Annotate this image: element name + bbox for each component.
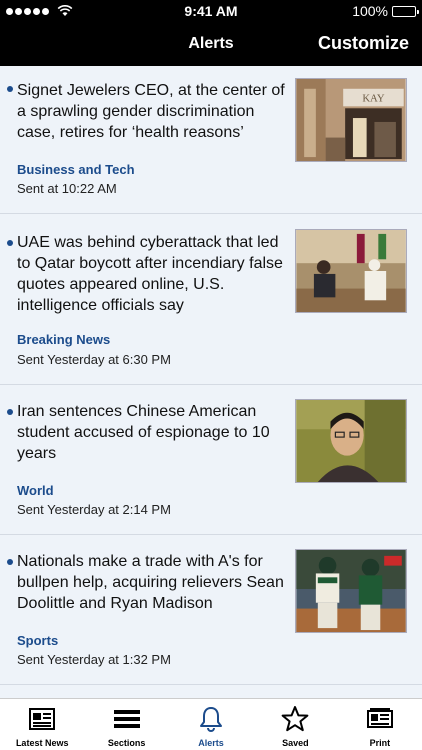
alert-category[interactable]: Sports bbox=[17, 633, 58, 648]
alert-thumbnail bbox=[295, 229, 407, 313]
newspaper-icon bbox=[28, 705, 56, 733]
alert-timestamp: Sent Yesterday at 6:30 PM bbox=[17, 352, 171, 367]
alert-headline: Iran sentences Chinese American student … bbox=[17, 403, 270, 462]
alerts-list[interactable]: Signet Jewelers CEO, at the center of a … bbox=[0, 66, 422, 698]
unread-dot bbox=[7, 86, 13, 92]
tab-bar: Latest News Sections Alerts Saved Print bbox=[0, 698, 422, 750]
alert-thumbnail: KAY bbox=[295, 78, 407, 162]
alert-item[interactable]: Signet Jewelers CEO, at the center of a … bbox=[0, 66, 422, 214]
customize-button[interactable]: Customize bbox=[318, 33, 409, 54]
unread-dot bbox=[7, 409, 13, 415]
alert-headline: Signet Jewelers CEO, at the center of a … bbox=[17, 82, 285, 141]
tab-label: Alerts bbox=[198, 738, 224, 748]
alert-timestamp: Sent Yesterday at 2:14 PM bbox=[17, 502, 171, 517]
tab-label: Print bbox=[369, 738, 391, 748]
tab-print[interactable]: Print bbox=[338, 699, 422, 750]
alert-item[interactable]: Nationals make a trade with A's for bull… bbox=[0, 535, 422, 685]
alert-headline: Nationals make a trade with A's for bull… bbox=[17, 553, 284, 612]
nav-bar: Alerts Customize bbox=[0, 22, 422, 66]
tab-label: Saved bbox=[282, 738, 309, 748]
tab-label: Latest News bbox=[15, 738, 69, 748]
tab-alerts[interactable]: Alerts bbox=[169, 699, 253, 750]
status-bar: 9:41 AM 100% bbox=[0, 0, 422, 22]
alert-category[interactable]: World bbox=[17, 483, 54, 498]
unread-dot bbox=[7, 559, 13, 565]
tab-latest-news[interactable]: Latest News bbox=[0, 699, 84, 750]
print-icon bbox=[366, 705, 394, 733]
tab-label: Sections bbox=[107, 738, 146, 748]
battery-icon bbox=[392, 5, 419, 17]
battery-percent: 100% bbox=[352, 3, 388, 19]
alert-category[interactable]: Breaking News bbox=[17, 332, 110, 347]
alert-thumbnail bbox=[295, 549, 407, 633]
alert-timestamp: Sent at 10:22 AM bbox=[17, 181, 117, 196]
alert-headline: UAE was behind cyberattack that led to Q… bbox=[17, 234, 283, 314]
star-icon bbox=[281, 705, 309, 733]
tab-sections[interactable]: Sections bbox=[84, 699, 168, 750]
bell-icon bbox=[197, 705, 225, 733]
alert-category[interactable]: Business and Tech bbox=[17, 162, 135, 177]
alert-item[interactable]: UAE was behind cyberattack that led to Q… bbox=[0, 214, 422, 385]
battery-status: 100% bbox=[352, 3, 419, 19]
alert-item[interactable]: Iran sentences Chinese American student … bbox=[0, 385, 422, 535]
tab-saved[interactable]: Saved bbox=[253, 699, 337, 750]
alert-timestamp: Sent Yesterday at 1:32 PM bbox=[17, 652, 171, 667]
store-sign: KAY bbox=[362, 92, 384, 104]
menu-icon bbox=[113, 705, 141, 733]
alert-thumbnail bbox=[295, 399, 407, 483]
unread-dot bbox=[7, 240, 13, 246]
